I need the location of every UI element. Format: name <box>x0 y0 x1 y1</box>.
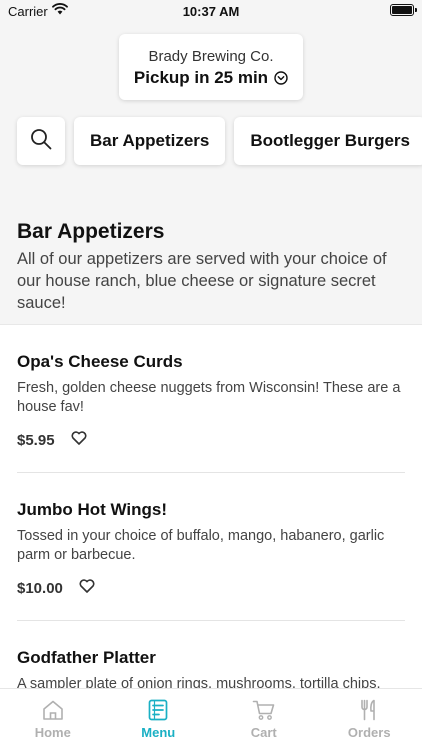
section-title: Bar Appetizers <box>17 220 165 243</box>
category-nav: Bar Appetizers Bootlegger Burgers <box>17 117 422 165</box>
store-pickup-selector[interactable]: Brady Brewing Co. Pickup in 25 min <box>119 34 303 100</box>
tab-orders-label: Orders <box>347 725 391 740</box>
heart-icon[interactable] <box>79 579 95 598</box>
search-button[interactable] <box>17 117 65 165</box>
menu-icon <box>147 699 169 725</box>
menu-item-description: A sampler plate of onion rings, mushroom… <box>17 676 381 688</box>
status-bar: Carrier 10:37 AM <box>0 0 422 22</box>
menu-item-price: $5.95 <box>17 432 55 449</box>
menu-item[interactable]: Jumbo Hot Wings! Tossed in your choice o… <box>0 473 422 621</box>
menu-item-name: Jumbo Hot Wings! <box>17 500 167 519</box>
pickup-time: Pickup in 25 min <box>119 68 303 88</box>
bottom-tab-bar: Home Menu Cart Orders <box>0 688 422 750</box>
menu-item[interactable]: Opa's Cheese Curds Fresh, golden cheese … <box>0 325 422 473</box>
menu-item-price: $10.00 <box>17 580 63 597</box>
category-chip-bootlegger-burgers[interactable]: Bootlegger Burgers <box>234 117 422 165</box>
search-icon <box>30 128 52 155</box>
tab-orders[interactable]: Orders <box>317 689 422 750</box>
heart-icon[interactable] <box>71 431 87 450</box>
tab-menu[interactable]: Menu <box>106 689 212 750</box>
tab-home-label: Home <box>34 725 71 740</box>
menu-item-name: Godfather Platter <box>17 648 156 667</box>
store-name: Brady Brewing Co. <box>148 48 274 65</box>
home-icon <box>41 699 65 725</box>
tab-cart-label: Cart <box>250 725 277 740</box>
chevron-down-icon <box>274 71 288 85</box>
section-header: Bar Appetizers All of our appetizers are… <box>17 220 407 314</box>
menu-item-name: Opa's Cheese Curds <box>17 352 183 371</box>
battery-icon <box>390 4 417 16</box>
pickup-label: Pickup in 25 min <box>133 68 269 87</box>
menu-item-description: Fresh, golden cheese nuggets from Wiscon… <box>17 380 401 415</box>
cart-icon <box>252 699 276 725</box>
tab-cart[interactable]: Cart <box>211 689 317 750</box>
clock-time: 10:37 AM <box>182 4 240 19</box>
menu-item-description: Tossed in your choice of buffalo, mango,… <box>17 528 385 563</box>
menu-item-list: Opa's Cheese Curds Fresh, golden cheese … <box>0 324 422 688</box>
section-description: All of our appetizers are served with yo… <box>17 250 387 312</box>
category-chip-bar-appetizers[interactable]: Bar Appetizers <box>74 117 226 165</box>
tab-home[interactable]: Home <box>0 689 106 750</box>
tab-menu-label: Menu <box>141 725 176 740</box>
menu-item[interactable]: Godfather Platter A sampler plate of oni… <box>0 621 422 688</box>
orders-icon <box>358 699 380 725</box>
